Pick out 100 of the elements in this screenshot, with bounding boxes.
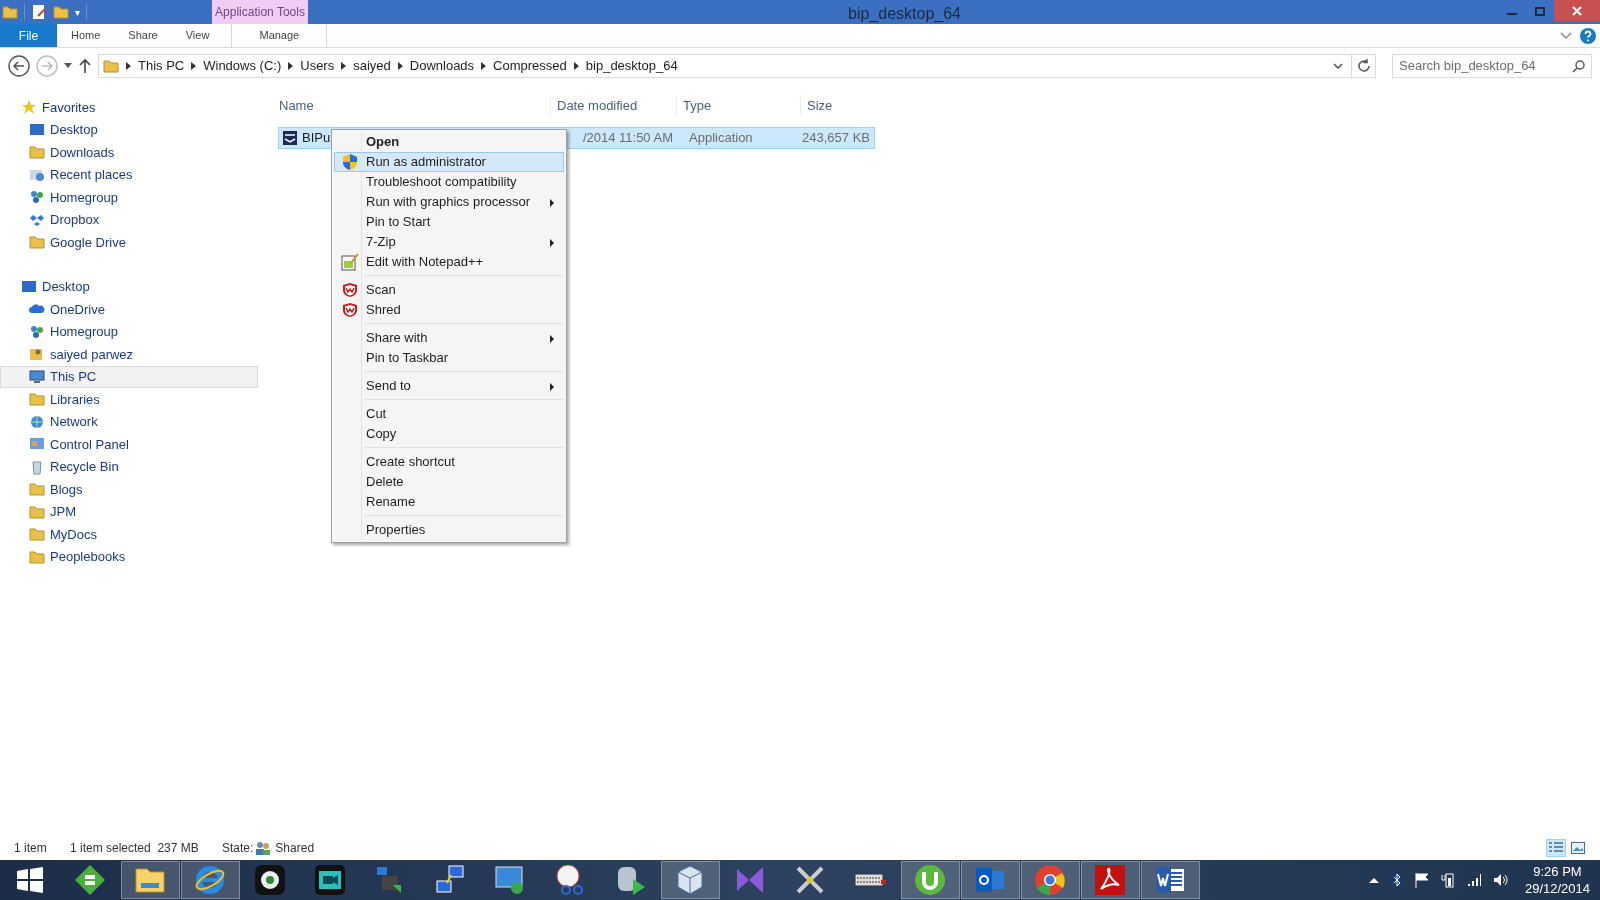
acrobat-icon[interactable] [1093, 863, 1127, 897]
sidebar-item[interactable]: Homegroup [0, 320, 258, 343]
chevron-right-icon[interactable] [481, 62, 487, 70]
file-tab[interactable]: File [0, 24, 57, 47]
menu-item[interactable]: Rename [334, 492, 564, 512]
taskbar-button[interactable] [1140, 861, 1200, 899]
chevron-right-icon[interactable] [126, 62, 131, 70]
search-field[interactable]: Search bip_desktop_64 [1392, 54, 1592, 78]
flag-icon[interactable] [1414, 872, 1429, 888]
sidebar-item[interactable]: Desktop [0, 118, 258, 141]
sidebar-item[interactable]: Desktop [0, 275, 258, 298]
sidebar-item[interactable]: Favorites [0, 96, 258, 119]
menu-item[interactable]: Open [334, 132, 564, 152]
breadcrumb[interactable]: Windows (C:) [203, 56, 282, 76]
menu-item[interactable]: 7-Zip [334, 232, 564, 252]
menu-item[interactable]: Copy [334, 424, 564, 444]
bluetooth-icon[interactable] [1390, 872, 1403, 888]
submenu-arrow-icon [550, 335, 554, 343]
taskbar-button[interactable] [900, 861, 960, 899]
sidebar-item[interactable]: This PC [0, 365, 258, 388]
sidebar-item[interactable]: Libraries [0, 388, 258, 411]
menu-item[interactable]: Troubleshoot compatibility [334, 172, 564, 192]
tiles-view-button[interactable] [1568, 839, 1588, 857]
menu-item[interactable]: Edit with Notepad++ [334, 252, 564, 272]
menu-item[interactable]: Run with graphics processor [334, 192, 564, 212]
chevron-right-icon[interactable] [341, 62, 347, 70]
help-icon[interactable] [1580, 27, 1596, 44]
menu-item[interactable]: Create shortcut [334, 452, 564, 472]
breadcrumb[interactable]: saiyed [353, 56, 391, 76]
menu-item[interactable]: Properties [334, 520, 564, 540]
menu-item[interactable]: Pin to Taskbar [334, 348, 564, 368]
chevron-right-icon[interactable] [573, 62, 579, 70]
sidebar-item[interactable]: Recycle Bin [0, 455, 258, 478]
quick-access-menu[interactable]: ▾ [75, 4, 80, 20]
ribbon-tab[interactable]: Home [57, 24, 115, 47]
menu-item[interactable]: Send to [334, 376, 564, 396]
up-arrow-icon[interactable] [78, 58, 92, 74]
menu-item[interactable]: Pin to Start [334, 212, 564, 232]
sidebar-item[interactable]: Control Panel [0, 433, 258, 456]
chrome-icon[interactable] [1033, 863, 1067, 897]
video-camera-icon[interactable] [313, 863, 347, 897]
sidebar-item[interactable]: saiyed parwez [0, 343, 258, 366]
menu-item[interactable]: Scan [334, 280, 564, 300]
address-field[interactable]: This PC Windows (C:) Users saiyed Downloads Compressed bip_desktop_64 [98, 54, 1376, 78]
menu-item[interactable]: Shred [334, 300, 564, 320]
caret-icon[interactable] [64, 63, 72, 69]
breadcrumb[interactable]: Compressed [493, 56, 567, 76]
close-button[interactable] [1554, 0, 1600, 21]
torrent-icon[interactable] [913, 863, 947, 897]
selection-info: 1 item selected 237 MB [70, 840, 200, 857]
menu-item[interactable]: Run as administrator [334, 152, 564, 172]
speaker-icon[interactable] [1492, 872, 1509, 888]
internet-explorer-icon[interactable] [193, 863, 227, 897]
sidebar-item[interactable]: Network [0, 410, 258, 433]
sidebar-item[interactable]: Homegroup [0, 186, 258, 209]
chevron-right-icon[interactable] [191, 62, 197, 70]
caret-up-icon[interactable] [1368, 877, 1379, 883]
sidebar-item[interactable]: Peoplebooks [0, 545, 258, 568]
column-header[interactable]: Size [800, 96, 884, 116]
menu-item[interactable]: Cut [334, 404, 564, 424]
breadcrumb[interactable]: bip_desktop_64 [585, 56, 678, 76]
sidebar-item[interactable]: Recent places [0, 163, 258, 186]
people-icon [255, 841, 272, 855]
signal-icon[interactable] [1466, 873, 1481, 887]
chevron-right-icon[interactable] [288, 62, 294, 70]
monitor-icon [21, 278, 37, 295]
clock-date[interactable]: 29/12/2014 [1524, 880, 1590, 897]
globe-icon [29, 413, 45, 430]
contextual-tab-group: Application Tools [212, 0, 308, 24]
diamond-logo-icon[interactable] [73, 863, 107, 897]
clock-time[interactable]: 9:26 PM [1533, 863, 1582, 880]
sidebar-item[interactable]: Google Drive [0, 231, 258, 254]
sidebar-item[interactable]: JPM [0, 500, 258, 523]
properties-icon[interactable] [31, 4, 47, 20]
menu-item[interactable]: Delete [334, 472, 564, 492]
webcam-icon[interactable] [253, 863, 287, 897]
state-value: Shared [275, 840, 315, 857]
taskbar-button[interactable] [1080, 861, 1140, 899]
sidebar-item[interactable]: Dropbox [0, 208, 258, 231]
chevron-right-icon[interactable] [397, 62, 403, 70]
breadcrumb[interactable]: Downloads [409, 56, 475, 76]
refresh-icon[interactable] [1356, 59, 1371, 73]
sidebar-item[interactable]: Blogs [0, 478, 258, 501]
details-view-button[interactable] [1546, 839, 1566, 857]
ribbon-tab[interactable]: View [171, 24, 224, 47]
sidebar-item[interactable]: Downloads [0, 141, 258, 164]
ribbon-tab[interactable]: Share [114, 24, 172, 47]
application-icon [282, 130, 298, 146]
state-label: State: [222, 840, 254, 857]
back-icon[interactable] [8, 55, 30, 77]
column-header[interactable]: Type [676, 96, 800, 116]
folder-icon [29, 504, 45, 519]
column-header[interactable]: Name [278, 96, 550, 116]
breadcrumb[interactable]: Users [300, 56, 335, 76]
sidebar-item[interactable]: OneDrive [0, 298, 258, 321]
menu-item[interactable]: Share with [334, 328, 564, 348]
breadcrumb[interactable]: This PC [138, 56, 185, 76]
column-header[interactable]: Date modified [550, 96, 676, 116]
sidebar-item[interactable]: MyDocs [0, 523, 258, 546]
chevron-down-icon[interactable] [1333, 63, 1343, 69]
